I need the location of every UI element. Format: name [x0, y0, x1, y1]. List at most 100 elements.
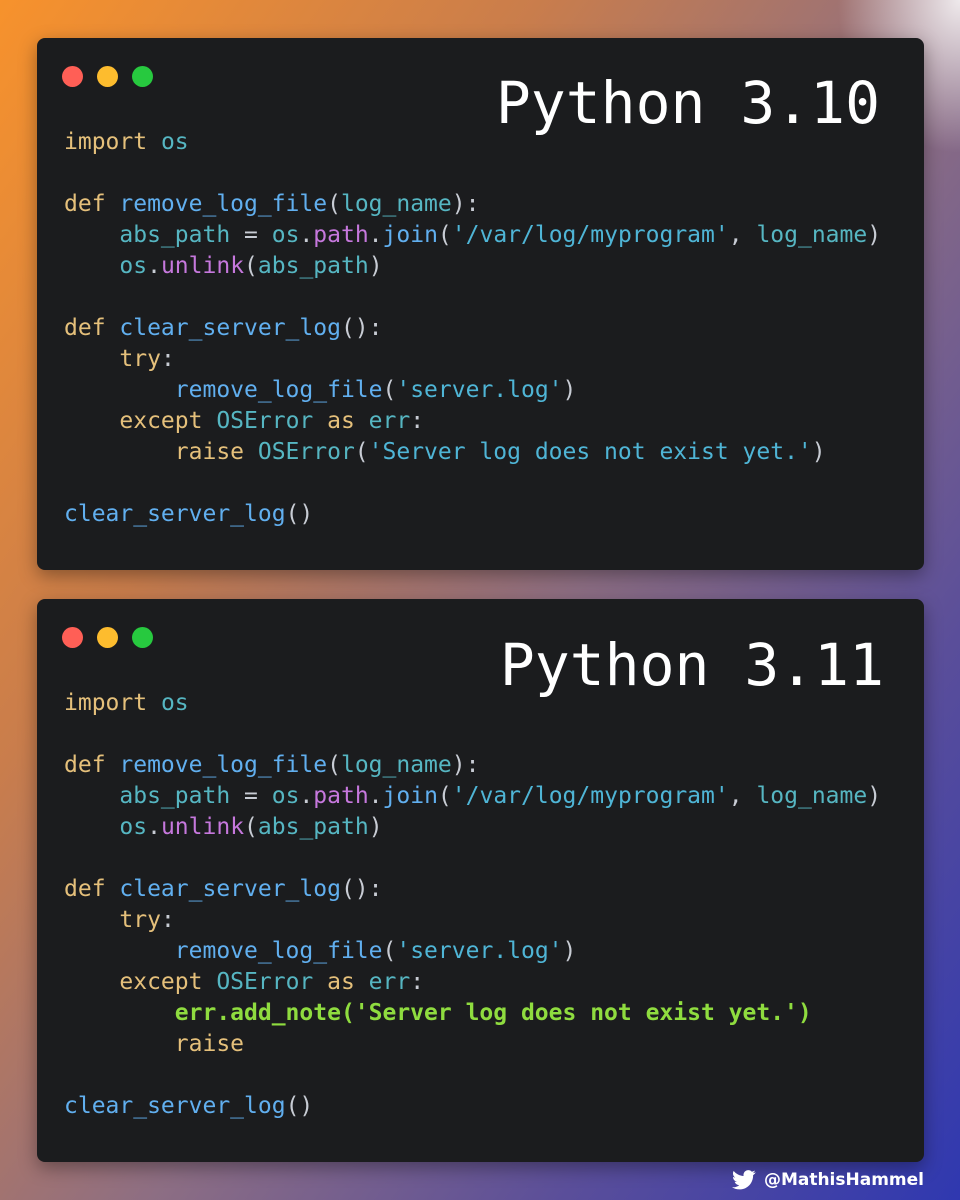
code-token: join — [382, 222, 438, 248]
code-token: os — [147, 129, 189, 155]
code-token: OSError — [202, 408, 314, 434]
code-token: err — [354, 408, 411, 434]
code-line: def remove_log_file(log_name): — [64, 750, 881, 781]
code-token: 'server.log' — [396, 938, 563, 964]
code-token: ( — [354, 439, 369, 465]
code-line: def clear_server_log(): — [64, 313, 881, 344]
code-token: remove_log_file — [64, 938, 383, 964]
code-token: remove_log_file — [105, 191, 328, 217]
code-token: err — [354, 969, 411, 995]
code-line: def clear_server_log(): — [64, 874, 881, 905]
code-token: clear_server_log — [105, 315, 341, 341]
code-token: path — [313, 783, 369, 809]
code-token: clear_server_log — [64, 501, 286, 527]
code-token: ( — [327, 752, 341, 778]
code-token: abs_path — [257, 814, 369, 840]
code-token: . — [299, 222, 314, 248]
code-block: import os def remove_log_file(log_name): … — [64, 688, 881, 1122]
code-line: clear_server_log() — [64, 499, 881, 530]
code-line: except OSError as err: — [64, 406, 881, 437]
code-token: raise — [64, 439, 245, 465]
code-token: = — [230, 222, 272, 248]
code-token: os — [271, 222, 300, 248]
minimize-dot-icon — [97, 627, 118, 648]
code-token: ) — [562, 377, 577, 403]
code-line: raise — [64, 1029, 881, 1060]
code-token: . — [147, 253, 161, 279]
code-token: (): — [340, 876, 383, 902]
code-token: ) — [867, 222, 882, 248]
code-token: . — [368, 222, 383, 248]
code-token: abs_path — [64, 783, 231, 809]
code-token: ( — [382, 377, 397, 403]
code-token: os — [64, 253, 148, 279]
code-token: ) — [811, 439, 826, 465]
code-line: abs_path = os.path.join('/var/log/myprog… — [64, 781, 881, 812]
code-token: : — [160, 346, 175, 372]
code-token: log_name — [340, 752, 452, 778]
code-token: log_name — [756, 783, 868, 809]
code-token: ) — [867, 783, 882, 809]
code-window-python-3-10: Python 3.10 import os def remove_log_file… — [37, 38, 924, 570]
code-token: . — [368, 783, 383, 809]
code-block: import os def remove_log_file(log_name): … — [64, 127, 881, 530]
code-line: raise OSError('Server log does not exist… — [64, 437, 881, 468]
twitter-icon — [731, 1170, 756, 1190]
code-token: try — [64, 907, 161, 933]
code-token: log_name — [756, 222, 868, 248]
code-token: as — [313, 969, 355, 995]
code-token: ( — [437, 783, 452, 809]
code-token: , — [728, 783, 757, 809]
code-token: . — [299, 783, 314, 809]
code-token: : — [160, 907, 175, 933]
code-token: os — [147, 690, 189, 716]
code-token: as — [313, 408, 355, 434]
window-controls — [62, 66, 153, 87]
code-token: 'server.log' — [396, 377, 563, 403]
code-token: ( — [437, 222, 452, 248]
code-window-python-3-11: Python 3.11 import os def remove_log_file… — [37, 599, 924, 1162]
code-token: abs_path — [257, 253, 369, 279]
minimize-dot-icon — [97, 66, 118, 87]
code-token: except — [64, 408, 203, 434]
code-token: ) — [368, 814, 383, 840]
code-token: join — [382, 783, 438, 809]
code-token: os — [271, 783, 300, 809]
code-token: '/var/log/myprogram' — [451, 222, 729, 248]
code-token: clear_server_log — [105, 876, 341, 902]
code-line: remove_log_file('server.log') — [64, 375, 881, 406]
code-token: unlink — [160, 253, 245, 279]
code-line: abs_path = os.path.join('/var/log/myprog… — [64, 220, 881, 251]
code-token: err.add_note('Server log does not exist … — [64, 1000, 812, 1026]
code-token: log_name — [340, 191, 452, 217]
close-dot-icon — [62, 627, 83, 648]
maximize-dot-icon — [132, 66, 153, 87]
code-line: os.unlink(abs_path) — [64, 812, 881, 843]
code-line: import os — [64, 127, 881, 158]
code-token: ) — [368, 253, 383, 279]
code-line: remove_log_file('server.log') — [64, 936, 881, 967]
code-token: def — [64, 315, 106, 341]
code-token: : — [410, 408, 425, 434]
code-token: (): — [340, 315, 383, 341]
author-credit[interactable]: @MathisHammel — [731, 1170, 924, 1190]
code-token: ) — [562, 938, 577, 964]
code-token: os — [64, 814, 148, 840]
code-token: except — [64, 969, 203, 995]
code-token: ): — [451, 752, 480, 778]
code-token: raise — [64, 1031, 245, 1057]
code-line: os.unlink(abs_path) — [64, 251, 881, 282]
code-token: ( — [244, 814, 258, 840]
code-token: OSError — [202, 969, 314, 995]
close-dot-icon — [62, 66, 83, 87]
code-token: ( — [327, 191, 341, 217]
code-token: , — [728, 222, 757, 248]
code-token: try — [64, 346, 161, 372]
code-token: remove_log_file — [64, 377, 383, 403]
code-token: remove_log_file — [105, 752, 328, 778]
code-token: : — [410, 969, 425, 995]
window-controls — [62, 627, 153, 648]
code-token: def — [64, 876, 106, 902]
